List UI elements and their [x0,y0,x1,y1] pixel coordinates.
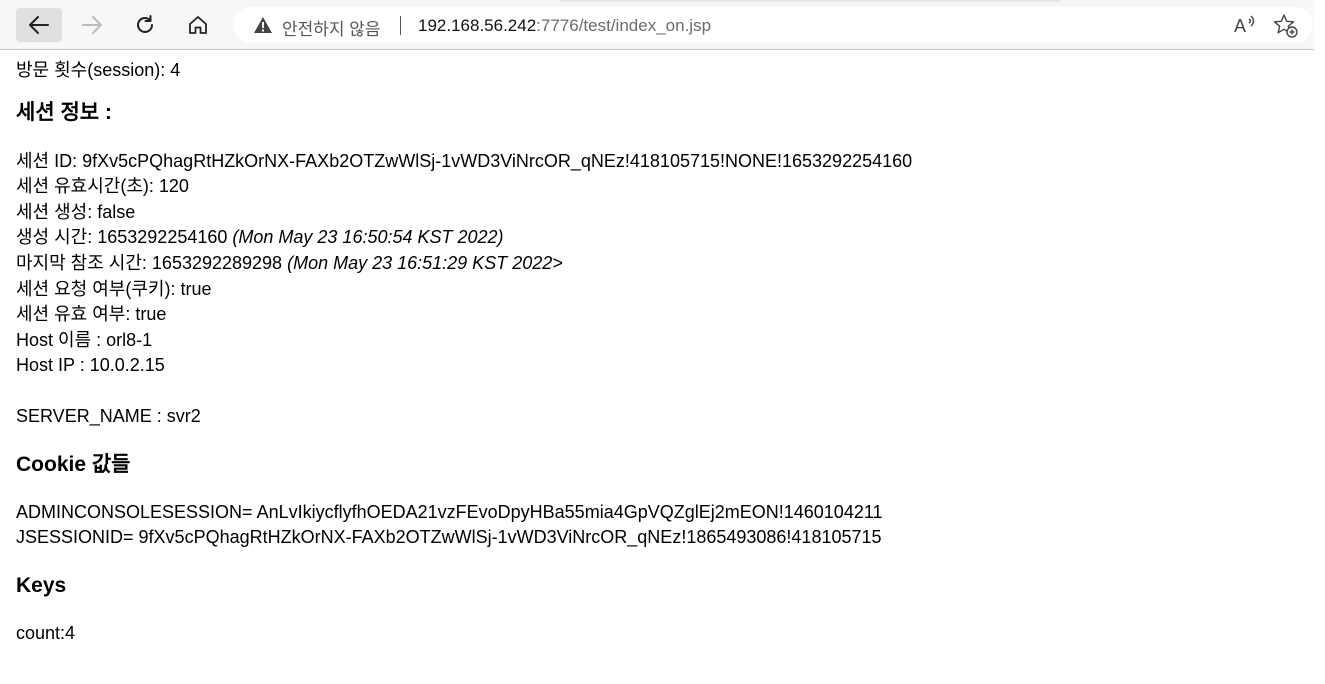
created-prefix: 생성 시간: 1653292254160 [16,227,233,248]
cookie-admin-console: ADMINCONSOLESESSION= AnLvIkiycflyfhOEDA2… [16,501,883,522]
host-ip: Host IP : 10.0.2.15 [16,355,165,376]
url-host: 192.168.56.242 [418,16,537,35]
svg-text:A: A [1234,16,1246,36]
session-id: 세션 ID: 9fXv5cPQhagRtHZkOrNX-FAXb2OTZwWlS… [16,150,913,171]
forward-button[interactable] [69,8,115,42]
last-date: (Mon May 23 16:51:29 KST 2022> [287,252,563,273]
keys-count: count:4 [16,622,76,643]
reload-icon [137,15,153,33]
arrow-left-icon [29,16,49,34]
cookie-heading: Cookie 값들 [16,452,131,476]
home-button[interactable] [175,8,221,42]
toolbar-right-gap [1314,0,1325,49]
cookie-jsessionid: JSESSIONID= 9fXv5cPQhagRtHZkOrNX-FAXb2OT… [16,527,882,548]
address-separator [400,16,401,35]
visit-count: 방문 횟수(session): 4 [16,60,181,80]
session-valid: 세션 유효 여부: true [16,304,167,325]
session-created: 생성 시간: 1653292254160 (Mon May 23 16:50:5… [16,225,1306,251]
session-from-cookie: 세션 요청 여부(쿠키): true [16,278,212,299]
cookie-list: ADMINCONSOLESESSION= AnLvIkiycflyfhOEDA2… [16,500,1306,551]
keys-heading: Keys [16,573,67,597]
security-label[interactable]: 안전하지 않음 [282,15,381,40]
address-bar[interactable]: 안전하지 않음 192.168.56.242:7776/test/index_o… [233,7,1313,43]
last-prefix: 마지막 참조 시간: 1653292289298 [16,252,288,273]
back-button[interactable] [16,8,62,42]
warning-triangle-icon[interactable] [253,16,273,34]
read-aloud-icon[interactable]: A [1233,13,1257,37]
session-last-accessed: 마지막 참조 시간: 1653292289298 (Mon May 23 16:… [16,251,1306,277]
server-name: SERVER_NAME : svr2 [16,405,201,426]
session-timeout: 세션 유효시간(초): 120 [16,176,189,197]
page-content: 방문 횟수(session): 4 세션 정보 : 세션 ID: 9fXv5cP… [16,58,1306,646]
arrow-right-icon [82,16,102,34]
tabstrip-edge [560,0,1060,2]
created-date: (Mon May 23 16:50:54 KST 2022) [232,227,504,248]
session-is-new: 세션 생성: false [16,201,136,222]
host-name: Host 이름 : orl8-1 [16,329,153,350]
session-info: 세션 ID: 9fXv5cPQhagRtHZkOrNX-FAXb2OTZwWlS… [16,149,1306,430]
browser-toolbar: 안전하지 않음 192.168.56.242:7776/test/index_o… [0,0,1314,50]
home-icon [189,16,207,34]
url-path: :7776/test/index_on.jsp [536,16,712,35]
url-text[interactable]: 192.168.56.242:7776/test/index_on.jsp [418,16,711,36]
session-heading: 세션 정보 : [16,100,112,124]
reload-button[interactable] [122,8,168,42]
add-favorite-icon[interactable] [1273,13,1299,39]
